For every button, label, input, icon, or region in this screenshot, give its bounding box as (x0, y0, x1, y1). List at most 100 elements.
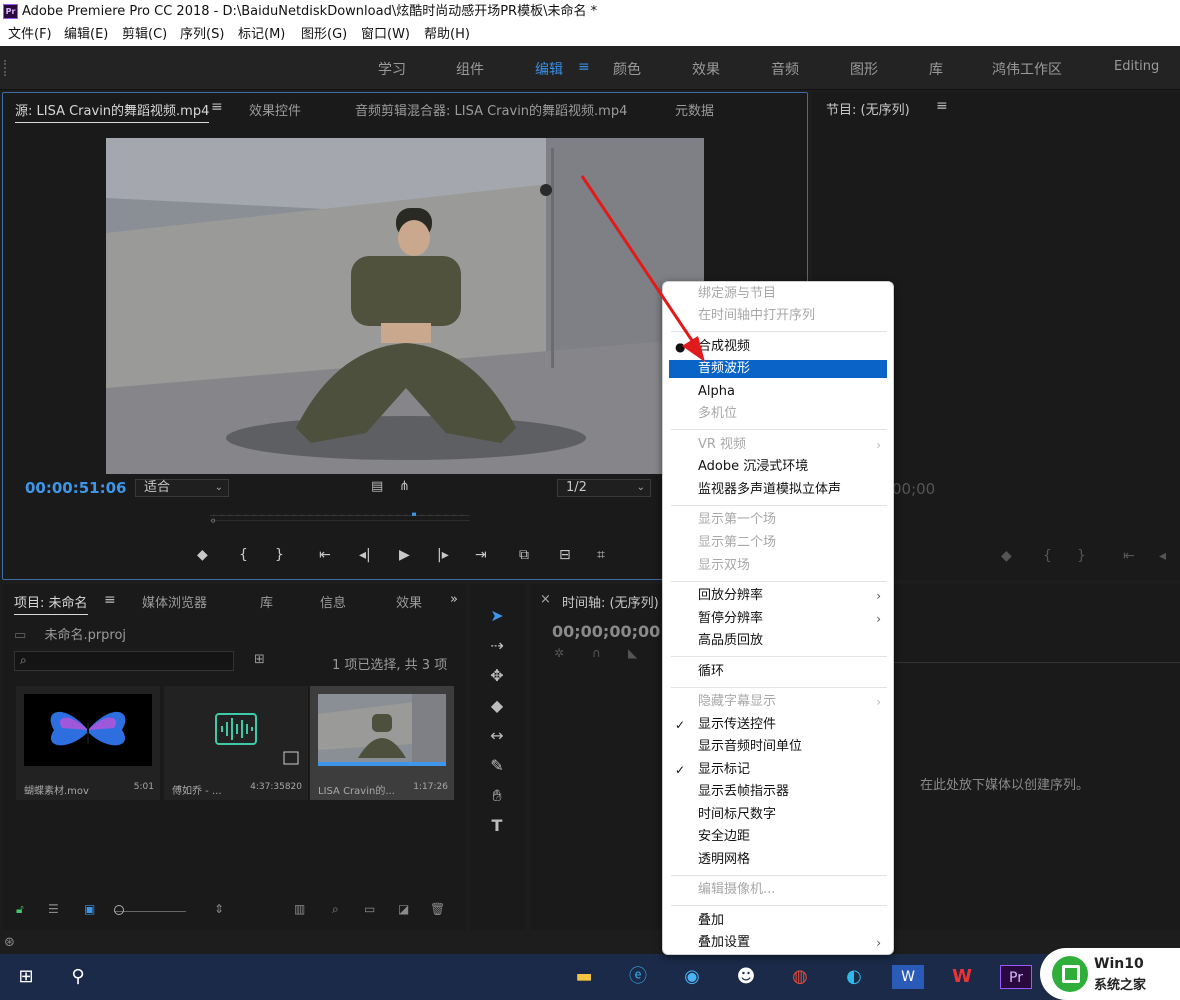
workspace-libraries[interactable]: 库 (929, 59, 943, 79)
razor-icon[interactable]: ◆ (484, 694, 510, 718)
project-menu-icon[interactable]: ≡ (104, 592, 116, 608)
word-icon[interactable]: W (892, 965, 924, 989)
drag-audio-icon[interactable]: ⋔ (399, 479, 410, 494)
windows-start-icon[interactable]: ⊞ (10, 962, 42, 992)
time-ruler[interactable] (15, 511, 665, 523)
find-icon[interactable]: ⌕ (332, 902, 339, 917)
menu-item-alpha[interactable]: Alpha (669, 383, 887, 401)
zoom-slider-handle[interactable] (114, 905, 124, 915)
menu-window[interactable]: 窗口(W) (361, 24, 410, 46)
tab-info[interactable]: 信息 (320, 592, 346, 611)
menu-graphics[interactable]: 图形(G) (301, 24, 347, 46)
mark-out-icon[interactable]: } (1077, 548, 1086, 564)
sort-icon[interactable]: ⇕ (214, 902, 224, 916)
menu-item-loop[interactable]: 循环 (669, 663, 887, 681)
menu-item-paused-resolution[interactable]: 暂停分辨率 › (669, 610, 887, 628)
icon-view-icon[interactable]: ▣ (84, 902, 95, 916)
play-icon[interactable]: ▶ (399, 547, 410, 563)
workspace-color[interactable]: 颜色 (613, 59, 641, 79)
menu-item-transparency-grid[interactable]: 透明网格 (669, 851, 887, 869)
tab-media-browser[interactable]: 媒体浏览器 (142, 592, 207, 611)
snap-icon[interactable]: ✲ (554, 646, 564, 660)
source-timecode[interactable]: 00:00:51:06 (25, 479, 127, 497)
menu-clip[interactable]: 剪辑(C) (122, 24, 167, 46)
automate-icon[interactable]: ▥ (294, 902, 305, 916)
menu-item-safe-margins[interactable]: 安全边距 (669, 828, 887, 846)
fit-dropdown[interactable]: 适合 ⌄ (135, 479, 229, 497)
pen-icon[interactable]: ✎ (484, 754, 510, 778)
trash-icon[interactable]: 🗑︎ (430, 902, 445, 916)
menu-item-playback-resolution[interactable]: 回放分辨率 › (669, 587, 887, 605)
clip-item[interactable]: 蝴蝶素材.mov 5:01 (16, 686, 160, 800)
selection-tool-icon[interactable]: ➤ (484, 604, 510, 628)
menu-item-composite-video[interactable]: ● 合成视频 (669, 338, 887, 356)
menu-item-immersive-environment[interactable]: Adobe 沉浸式环境 (669, 458, 887, 476)
program-title[interactable]: 节目: (无序列) (826, 99, 910, 118)
menu-item-second-field[interactable]: 显示第二个场 (669, 534, 887, 552)
hand-icon[interactable]: ✋︎ (484, 784, 510, 808)
mark-in-icon[interactable]: { (239, 547, 248, 563)
menu-item-audio-waveform[interactable]: 音频波形 (669, 360, 887, 378)
ripple-edit-icon[interactable]: ✥ (484, 664, 510, 688)
menu-item-overlay-settings[interactable]: 叠加设置 › (669, 934, 887, 952)
new-item-icon[interactable]: ◪ (398, 902, 409, 916)
project-search-input[interactable]: ⌕ (14, 651, 234, 671)
go-to-out-icon[interactable]: ⇥ (475, 547, 487, 563)
source-menu-icon[interactable]: ≡ (211, 99, 223, 115)
menu-item-multi-camera[interactable]: 多机位 (669, 405, 887, 423)
clip-item-selected[interactable]: LISA Cravin的... 1:17:26 (310, 686, 454, 800)
menu-item-show-transport-controls[interactable]: ✓ 显示传送控件 (669, 716, 887, 734)
menu-item-dropped-frame-indicator[interactable]: 显示丢帧指示器 (669, 783, 887, 801)
menu-item-time-ruler-numbers[interactable]: 时间标尺数字 (669, 806, 887, 824)
new-search-bin-icon[interactable]: ⊞ (254, 652, 265, 667)
qq-icon[interactable]: ☻ (730, 962, 762, 992)
step-back-icon[interactable]: ◂| (359, 547, 371, 563)
timeline-title[interactable]: 时间轴: (无序列) (562, 592, 659, 611)
ie-icon[interactable]: ⓔ (622, 962, 654, 992)
tab-source[interactable]: 源: LISA Cravin的舞蹈视频.mp4 (15, 100, 210, 123)
menu-item-vr-video[interactable]: VR 视频 › (669, 436, 887, 454)
tab-project[interactable]: 项目: 未命名 (14, 592, 88, 615)
panel-grip-icon[interactable] (4, 60, 6, 76)
step-back-icon[interactable]: ◂ (1159, 548, 1166, 564)
workspace-editing-en[interactable]: Editing (1114, 59, 1159, 74)
workspace-menu-icon[interactable]: ≡ (578, 59, 590, 75)
tab-metadata[interactable]: 元数据 (675, 100, 714, 119)
creative-cloud-icon[interactable]: ⊛ (4, 935, 15, 950)
search-icon[interactable]: ⚲ (62, 962, 94, 992)
file-explorer-icon[interactable]: ▬ (568, 962, 600, 992)
menu-item-closed-captions[interactable]: 隐藏字幕显示 › (669, 693, 887, 711)
slip-icon[interactable]: ↔ (484, 724, 510, 748)
tab-libraries[interactable]: 库 (260, 592, 273, 611)
mark-in-icon[interactable]: { (1043, 548, 1052, 564)
premiere-icon[interactable]: Pr (1000, 965, 1032, 989)
close-icon[interactable]: × (540, 592, 551, 607)
list-view-icon[interactable]: ☰ (48, 902, 59, 916)
zoom-slider[interactable] (114, 911, 186, 912)
insert-icon[interactable]: ⧉ (519, 547, 529, 563)
program-timecode[interactable]: 00;00 (892, 480, 935, 498)
menu-item-show-markers[interactable]: ✓ 显示标记 (669, 761, 887, 779)
track-select-icon[interactable]: ⇢ (484, 634, 510, 658)
linked-selection-icon[interactable]: ∩ (592, 646, 601, 660)
workspace-custom[interactable]: 鸿伟工作区 (992, 59, 1062, 79)
go-to-in-icon[interactable]: ⇤ (319, 547, 331, 563)
chrome-icon[interactable]: ◍ (784, 962, 816, 992)
menu-item-overlays[interactable]: 叠加 (669, 912, 887, 930)
drag-video-icon[interactable]: ▤ (371, 479, 383, 494)
workspace-graphics[interactable]: 图形 (850, 59, 878, 79)
marker-icon[interactable]: ◆ (197, 547, 208, 563)
wps-icon[interactable]: W (946, 962, 978, 992)
clip-item[interactable]: 傅如乔 - ... 4:37:35820 (164, 686, 308, 800)
add-marker-icon[interactable]: ◣ (628, 646, 637, 660)
overwrite-icon[interactable]: ⊟ (559, 547, 571, 563)
menu-marker[interactable]: 标记(M) (238, 24, 285, 46)
menu-edit[interactable]: 编辑(E) (64, 24, 108, 46)
resolution-dropdown[interactable]: 1/2 ⌄ (557, 479, 651, 497)
lock-icon[interactable]: 🔓︎ (16, 902, 24, 917)
menu-item-edit-cameras[interactable]: 编辑摄像机... (669, 881, 887, 899)
workspace-audio[interactable]: 音频 (771, 59, 799, 79)
tab-effects[interactable]: 效果 (396, 592, 422, 611)
new-bin-icon[interactable]: ▭ (364, 902, 375, 916)
marker-icon[interactable]: ◆ (1001, 548, 1012, 564)
